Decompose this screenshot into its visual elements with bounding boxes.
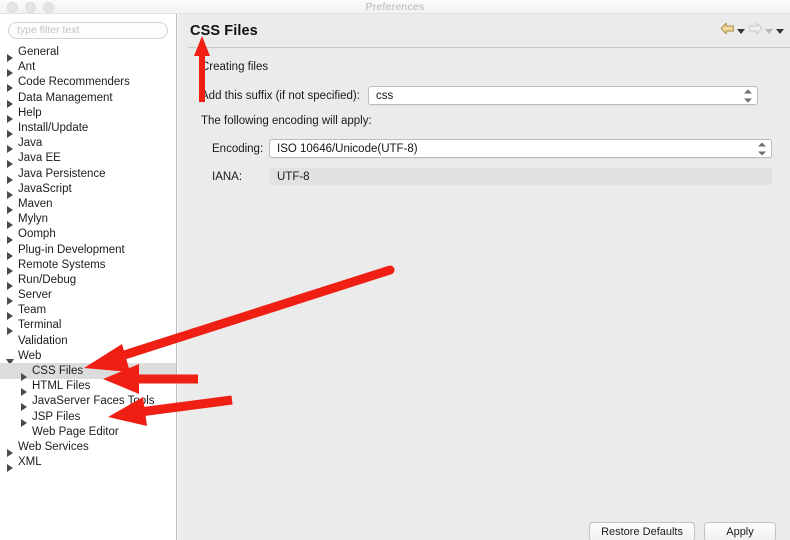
preferences-panel: CSS Files Creating files Add this suffix… [178, 14, 790, 540]
sidebar-item-label: Plug-in Development [18, 243, 125, 256]
sidebar-item-label: JSP Files [32, 410, 81, 423]
sidebar-item-java-ee[interactable]: Java EE [0, 151, 176, 169]
suffix-label: Add this suffix (if not specified): [201, 89, 360, 102]
sidebar-item-java-persistence[interactable]: Java Persistence [0, 166, 176, 184]
sidebar-item-label: Java EE [18, 152, 61, 165]
sidebar-item-terminal[interactable]: Terminal [0, 318, 176, 336]
sidebar-item-ant[interactable]: Ant [0, 60, 176, 78]
page-title: CSS Files [190, 22, 258, 39]
sidebar-item-label: Code Recommenders [18, 76, 130, 89]
iana-row: IANA: UTF-8 [190, 168, 780, 185]
sidebar-item-general[interactable]: General [0, 45, 176, 63]
sidebar-item-label: Java [18, 137, 43, 150]
preferences-sidebar: General Ant Code Recommenders Data Manageme… [0, 14, 177, 540]
preferences-tree[interactable]: General Ant Code Recommenders Data Manageme… [0, 45, 176, 473]
sidebar-item-maven[interactable]: Maven [0, 196, 176, 214]
filter-container [0, 14, 176, 43]
sidebar-item-xml[interactable]: XML [0, 455, 176, 473]
sidebar-item-plug-in-development[interactable]: Plug-in Development [0, 242, 176, 260]
section-title: Creating files [201, 61, 269, 73]
forward-button[interactable] [748, 22, 773, 40]
sidebar-item-oomph[interactable]: Oomph [0, 227, 176, 245]
sidebar-item-label: Mylyn [18, 213, 49, 226]
back-arrow-icon [720, 22, 735, 40]
sidebar-item-label: General [18, 46, 59, 59]
encoding-label: Encoding: [212, 142, 264, 155]
sidebar-item-web-services[interactable]: Web Services [0, 439, 176, 457]
sidebar-item-validation[interactable]: Validation [0, 333, 176, 348]
sidebar-item-javaserver-faces-tools[interactable]: JavaServer Faces Tools [0, 394, 176, 412]
sidebar-item-server[interactable]: Server [0, 288, 176, 306]
sidebar-item-label: XML [18, 456, 42, 469]
preferences-window: Preferences General Ant Code Recommenders D… [0, 0, 790, 540]
encoding-note: The following encoding will apply: [201, 115, 372, 127]
encoding-combo[interactable]: ISO 10646/Unicode(UTF-8) [269, 139, 772, 158]
sidebar-item-label: Run/Debug [18, 273, 77, 286]
sidebar-item-label: Maven [18, 197, 53, 210]
sidebar-item-label: Validation [18, 334, 68, 347]
sidebar-item-label: Web Services [18, 440, 89, 453]
encoding-row: Encoding: ISO 10646/Unicode(UTF-8) [190, 139, 780, 158]
sidebar-item-label: Help [18, 106, 42, 119]
window-titlebar: Preferences [0, 0, 790, 14]
suffix-stepper-icon[interactable] [743, 89, 752, 102]
sidebar-item-web-page-editor[interactable]: Web Page Editor [0, 424, 176, 439]
sidebar-item-label: Install/Update [18, 122, 89, 135]
sidebar-item-data-management[interactable]: Data Management [0, 90, 176, 108]
sidebar-item-css-files[interactable]: CSS Files [0, 363, 176, 382]
sidebar-item-label: Data Management [18, 91, 113, 104]
sidebar-item-label: Server [18, 289, 52, 302]
view-menu-chevron-down-icon [776, 28, 784, 34]
sidebar-item-label: Ant [18, 61, 36, 74]
sidebar-item-label: Oomph [18, 228, 56, 241]
forward-arrow-icon [748, 22, 763, 40]
panel-body: Creating files Add this suffix (if not s… [178, 48, 790, 185]
sidebar-item-label: Web Page Editor [32, 425, 119, 438]
forward-dropdown-chevron-down-icon[interactable] [765, 28, 773, 34]
back-button[interactable] [720, 22, 745, 40]
view-menu-button[interactable] [776, 28, 784, 34]
suffix-row: Add this suffix (if not specified): css [190, 86, 780, 105]
sidebar-item-label: Terminal [18, 319, 62, 332]
sidebar-item-run-debug[interactable]: Run/Debug [0, 272, 176, 290]
suffix-combo[interactable]: css [367, 86, 758, 105]
sidebar-item-install-update[interactable]: Install/Update [0, 120, 176, 139]
encoding-stepper-icon[interactable] [758, 142, 766, 155]
suffix-value: css [375, 89, 394, 102]
sidebar-item-code-recommenders[interactable]: Code Recommenders [0, 75, 176, 93]
sidebar-item-remote-systems[interactable]: Remote Systems [0, 257, 176, 275]
sidebar-item-label: Web [18, 349, 42, 362]
panel-navigation [720, 22, 784, 40]
sidebar-item-mylyn[interactable]: Mylyn [0, 212, 176, 230]
sidebar-item-label: CSS Files [32, 365, 84, 378]
sidebar-item-html-files[interactable]: HTML Files [0, 379, 176, 397]
sidebar-item-help[interactable]: Help [0, 105, 176, 123]
iana-value-field: UTF-8 [269, 168, 772, 185]
iana-value: UTF-8 [277, 170, 310, 183]
back-dropdown-chevron-down-icon[interactable] [737, 28, 745, 34]
panel-footer: Restore Defaults Apply [178, 522, 790, 540]
sidebar-item-label: Remote Systems [18, 258, 106, 271]
sidebar-item-javascript[interactable]: JavaScript [0, 181, 176, 199]
sidebar-item-label: JavaServer Faces Tools [32, 395, 155, 408]
sidebar-item-label: HTML Files [32, 380, 91, 393]
sidebar-item-jsp-files[interactable]: JSP Files [0, 409, 176, 427]
restore-defaults-button[interactable]: Restore Defaults [589, 522, 695, 540]
sidebar-item-team[interactable]: Team [0, 303, 176, 321]
iana-label: IANA: [212, 170, 243, 183]
sidebar-item-java[interactable]: Java [0, 136, 176, 154]
filter-input[interactable] [8, 21, 168, 39]
sidebar-item-label: Team [18, 304, 47, 317]
panel-header: CSS Files [178, 14, 790, 47]
window-title: Preferences [365, 1, 425, 13]
sidebar-item-label: JavaScript [18, 182, 72, 195]
apply-button[interactable]: Apply [704, 522, 776, 540]
encoding-value: ISO 10646/Unicode(UTF-8) [277, 142, 418, 155]
sidebar-item-web[interactable]: Web [0, 348, 176, 365]
sidebar-item-label: Java Persistence [18, 167, 106, 180]
